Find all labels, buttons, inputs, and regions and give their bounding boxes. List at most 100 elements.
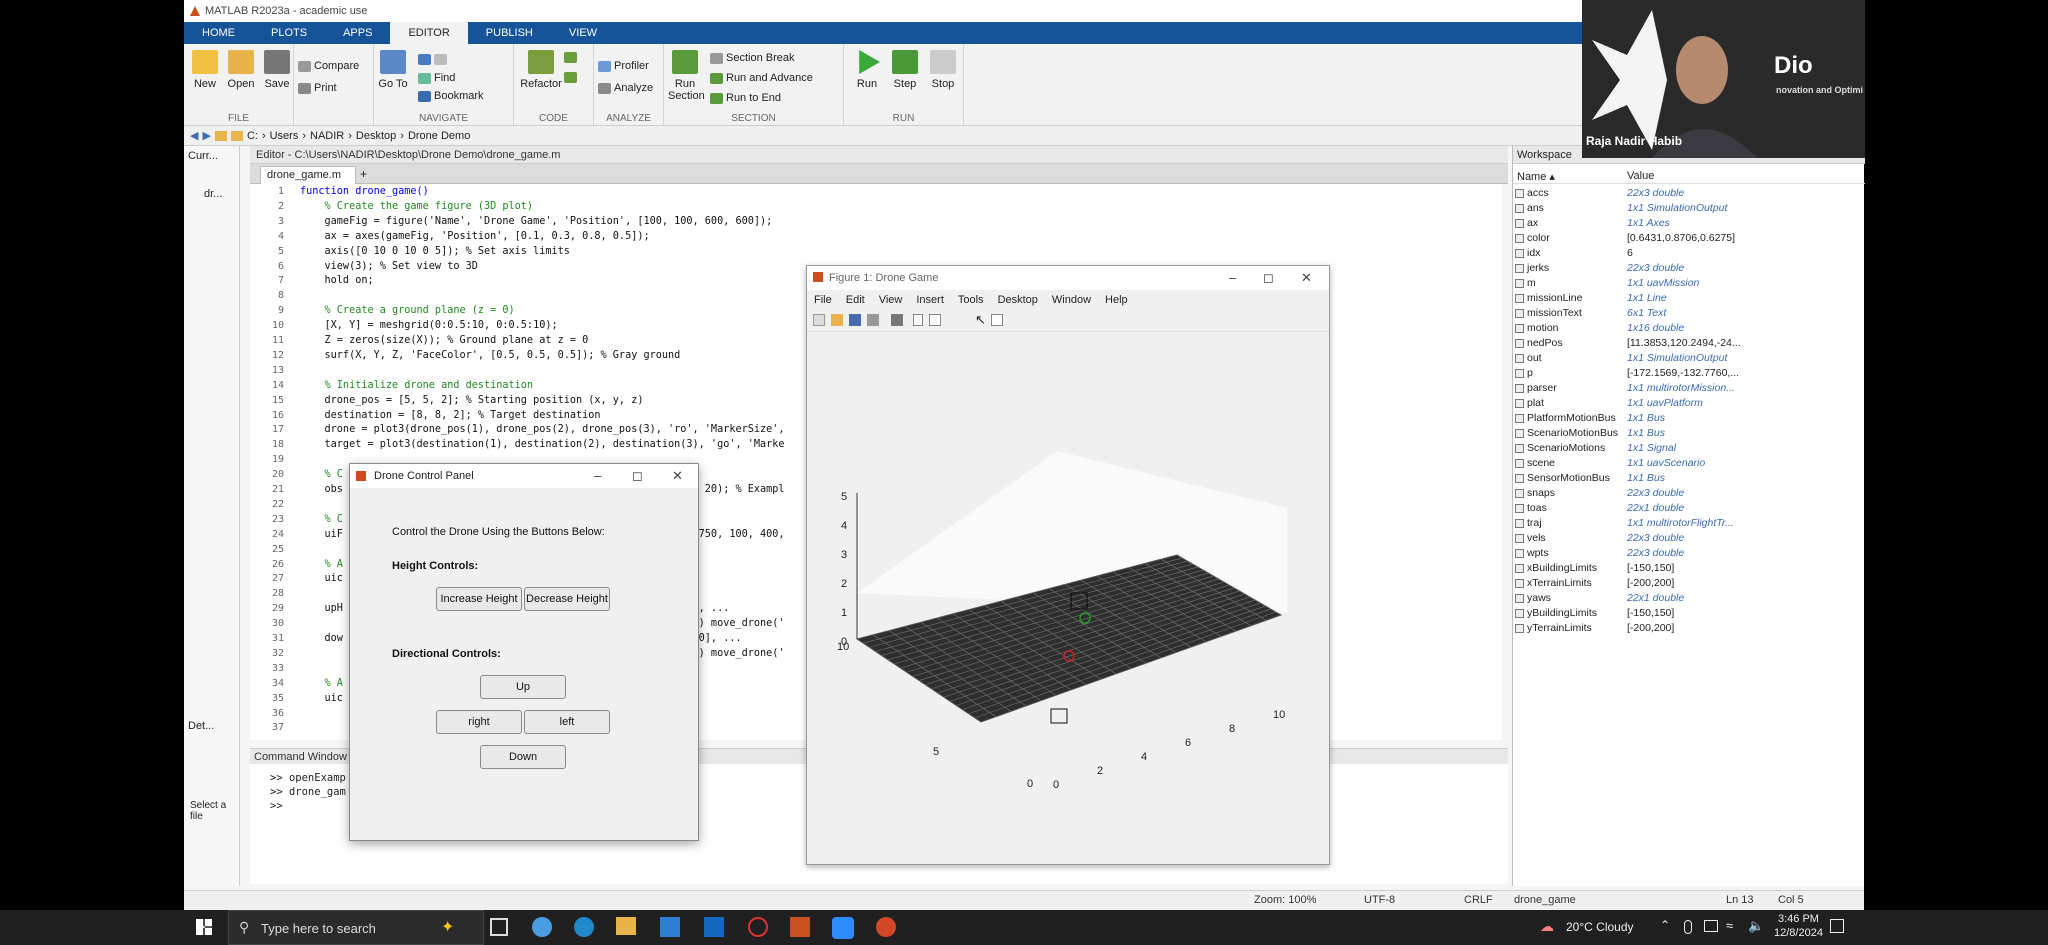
workspace-row[interactable]: vels 22x3 double (1513, 531, 1865, 546)
find-button[interactable]: Find (418, 72, 455, 84)
new-tab-plus-icon[interactable]: + (360, 167, 367, 181)
close-icon[interactable]: ✕ (1301, 270, 1312, 286)
tab-view[interactable]: VIEW (551, 22, 615, 44)
workspace-row[interactable]: ans 1x1 SimulationOutput (1513, 201, 1865, 216)
increase-height-button[interactable]: Increase Height (436, 587, 522, 611)
workspace-row[interactable]: scene 1x1 uavScenario (1513, 456, 1865, 471)
file-explorer-icon[interactable] (616, 917, 636, 935)
stop-button[interactable]: Stop (926, 50, 960, 90)
details-title[interactable]: Det... (188, 720, 214, 732)
new-figure-icon[interactable] (813, 314, 825, 326)
breadcrumb-nadir[interactable]: NADIR (310, 130, 344, 142)
copilot-app-icon[interactable] (532, 917, 552, 937)
comment-tools[interactable] (564, 72, 577, 83)
workspace-row[interactable]: snaps 22x3 double (1513, 486, 1865, 501)
workspace-row[interactable]: SensorMotionBus 1x1 Bus (1513, 471, 1865, 486)
folder-up-icon[interactable] (214, 130, 227, 141)
property-inspector-icon[interactable] (991, 314, 1003, 326)
workspace-row[interactable]: out 1x1 SimulationOutput (1513, 351, 1865, 366)
menu-file[interactable]: File (807, 294, 839, 306)
workspace-row[interactable]: plat 1x1 uavPlatform (1513, 396, 1865, 411)
breadcrumb-drive[interactable]: C: (247, 130, 258, 142)
maximize-icon[interactable]: ◻ (1263, 270, 1274, 286)
bookmark-button[interactable]: Bookmark (418, 90, 484, 102)
left-button[interactable]: left (524, 710, 610, 734)
breadcrumb-drone-demo[interactable]: Drone Demo (408, 130, 470, 142)
volume-icon[interactable]: 🔈 (1748, 918, 1764, 934)
matlab-taskbar-icon[interactable] (790, 917, 810, 937)
workspace-row[interactable]: jerks 22x3 double (1513, 261, 1865, 276)
file-item[interactable]: dr... (204, 188, 222, 200)
pointer-icon[interactable]: ↖ (975, 312, 986, 328)
up-button[interactable]: Up (480, 675, 566, 699)
workspace-row[interactable]: nedPos [11.3853,120.2494,-24... (1513, 336, 1865, 351)
windows-start-icon[interactable] (196, 919, 212, 935)
taskbar-search-box[interactable]: ⚲ Type here to search ✦ (228, 910, 484, 945)
workspace-row[interactable]: xBuildingLimits [-150,150] (1513, 561, 1865, 576)
tab-publish[interactable]: PUBLISH (468, 22, 551, 44)
clock-time[interactable]: 3:46 PM (1778, 913, 1819, 925)
workspace-row[interactable]: wpts 22x3 double (1513, 546, 1865, 561)
workspace-row[interactable]: traj 1x1 multirotorFlightTr... (1513, 516, 1865, 531)
legend-icon[interactable] (929, 314, 941, 326)
workspace-row[interactable]: toas 22x1 double (1513, 501, 1865, 516)
run-section-button[interactable]: Run Section (668, 50, 705, 102)
breadcrumb-desktop[interactable]: Desktop (356, 130, 396, 142)
store-icon[interactable] (660, 917, 680, 937)
task-view-icon[interactable] (490, 918, 508, 936)
workspace-row[interactable]: missionLine 1x1 Line (1513, 291, 1865, 306)
network-icon[interactable] (1704, 920, 1718, 932)
workspace-row[interactable]: color [0.6431,0.8706,0.6275] (1513, 231, 1865, 246)
notification-icon[interactable] (1830, 919, 1844, 933)
workspace-row[interactable]: m 1x1 uavMission (1513, 276, 1865, 291)
tab-home[interactable]: HOME (184, 22, 253, 44)
workspace-row[interactable]: idx 6 (1513, 246, 1865, 261)
open-icon[interactable] (831, 314, 843, 326)
wifi-icon[interactable]: ≈ (1726, 918, 1733, 933)
workspace-row[interactable]: ScenarioMotionBus 1x1 Bus (1513, 426, 1865, 441)
workspace-row[interactable]: yaws 22x1 double (1513, 591, 1865, 606)
workspace-row[interactable]: missionText 6x1 Text (1513, 306, 1865, 321)
workspace-row[interactable]: motion 1x16 double (1513, 321, 1865, 336)
down-button[interactable]: Down (480, 745, 566, 769)
menu-tools[interactable]: Tools (951, 294, 991, 306)
command-prompt[interactable]: >> (270, 800, 283, 812)
open-button[interactable]: Open (224, 50, 258, 90)
menu-window[interactable]: Window (1045, 294, 1098, 306)
opera-icon[interactable] (748, 917, 768, 937)
column-name[interactable]: Name ▴ (1517, 170, 1555, 183)
right-button[interactable]: right (436, 710, 522, 734)
workspace-row[interactable]: ax 1x1 Axes (1513, 216, 1865, 231)
microphone-icon[interactable] (1684, 920, 1692, 934)
clock-date[interactable]: 12/8/2024 (1774, 927, 1823, 939)
goto-button[interactable]: Go To (376, 50, 410, 90)
workspace-row[interactable]: yBuildingLimits [-150,150] (1513, 606, 1865, 621)
menu-help[interactable]: Help (1098, 294, 1135, 306)
maximize-icon[interactable]: ◻ (632, 468, 643, 484)
profiler-button[interactable]: Profiler (598, 60, 649, 72)
workspace-row[interactable]: ScenarioMotions 1x1 Signal (1513, 441, 1865, 456)
column-value[interactable]: Value (1627, 170, 1654, 182)
minimize-icon[interactable]: – (1229, 270, 1236, 285)
menu-insert[interactable]: Insert (909, 294, 951, 306)
minimize-icon[interactable]: – (594, 468, 601, 483)
back-icon[interactable]: ◀ (190, 129, 198, 142)
step-button[interactable]: Step (888, 50, 922, 90)
compare-button[interactable]: Compare (298, 60, 359, 72)
workspace-row[interactable]: xTerrainLimits [-200,200] (1513, 576, 1865, 591)
zoom-app-icon[interactable] (832, 917, 854, 939)
edge-browser-icon[interactable] (574, 917, 594, 937)
browse-icon[interactable] (230, 130, 243, 141)
save-button[interactable]: Save (260, 50, 294, 90)
back-forward-buttons[interactable] (418, 54, 447, 65)
workspace-row[interactable]: p [-172.1569,-132.7760,... (1513, 366, 1865, 381)
print-button[interactable]: Print (298, 82, 337, 94)
section-break-button[interactable]: Section Break (710, 52, 794, 64)
forward-icon[interactable]: ▶ (202, 129, 210, 142)
tray-chevron-icon[interactable]: ⌃ (1660, 918, 1670, 932)
menu-desktop[interactable]: Desktop (991, 294, 1045, 306)
run-advance-button[interactable]: Run and Advance (710, 72, 813, 84)
workspace-row[interactable]: PlatformMotionBus 1x1 Bus (1513, 411, 1865, 426)
powerpoint-icon[interactable] (876, 917, 896, 937)
print-icon[interactable] (867, 314, 879, 326)
